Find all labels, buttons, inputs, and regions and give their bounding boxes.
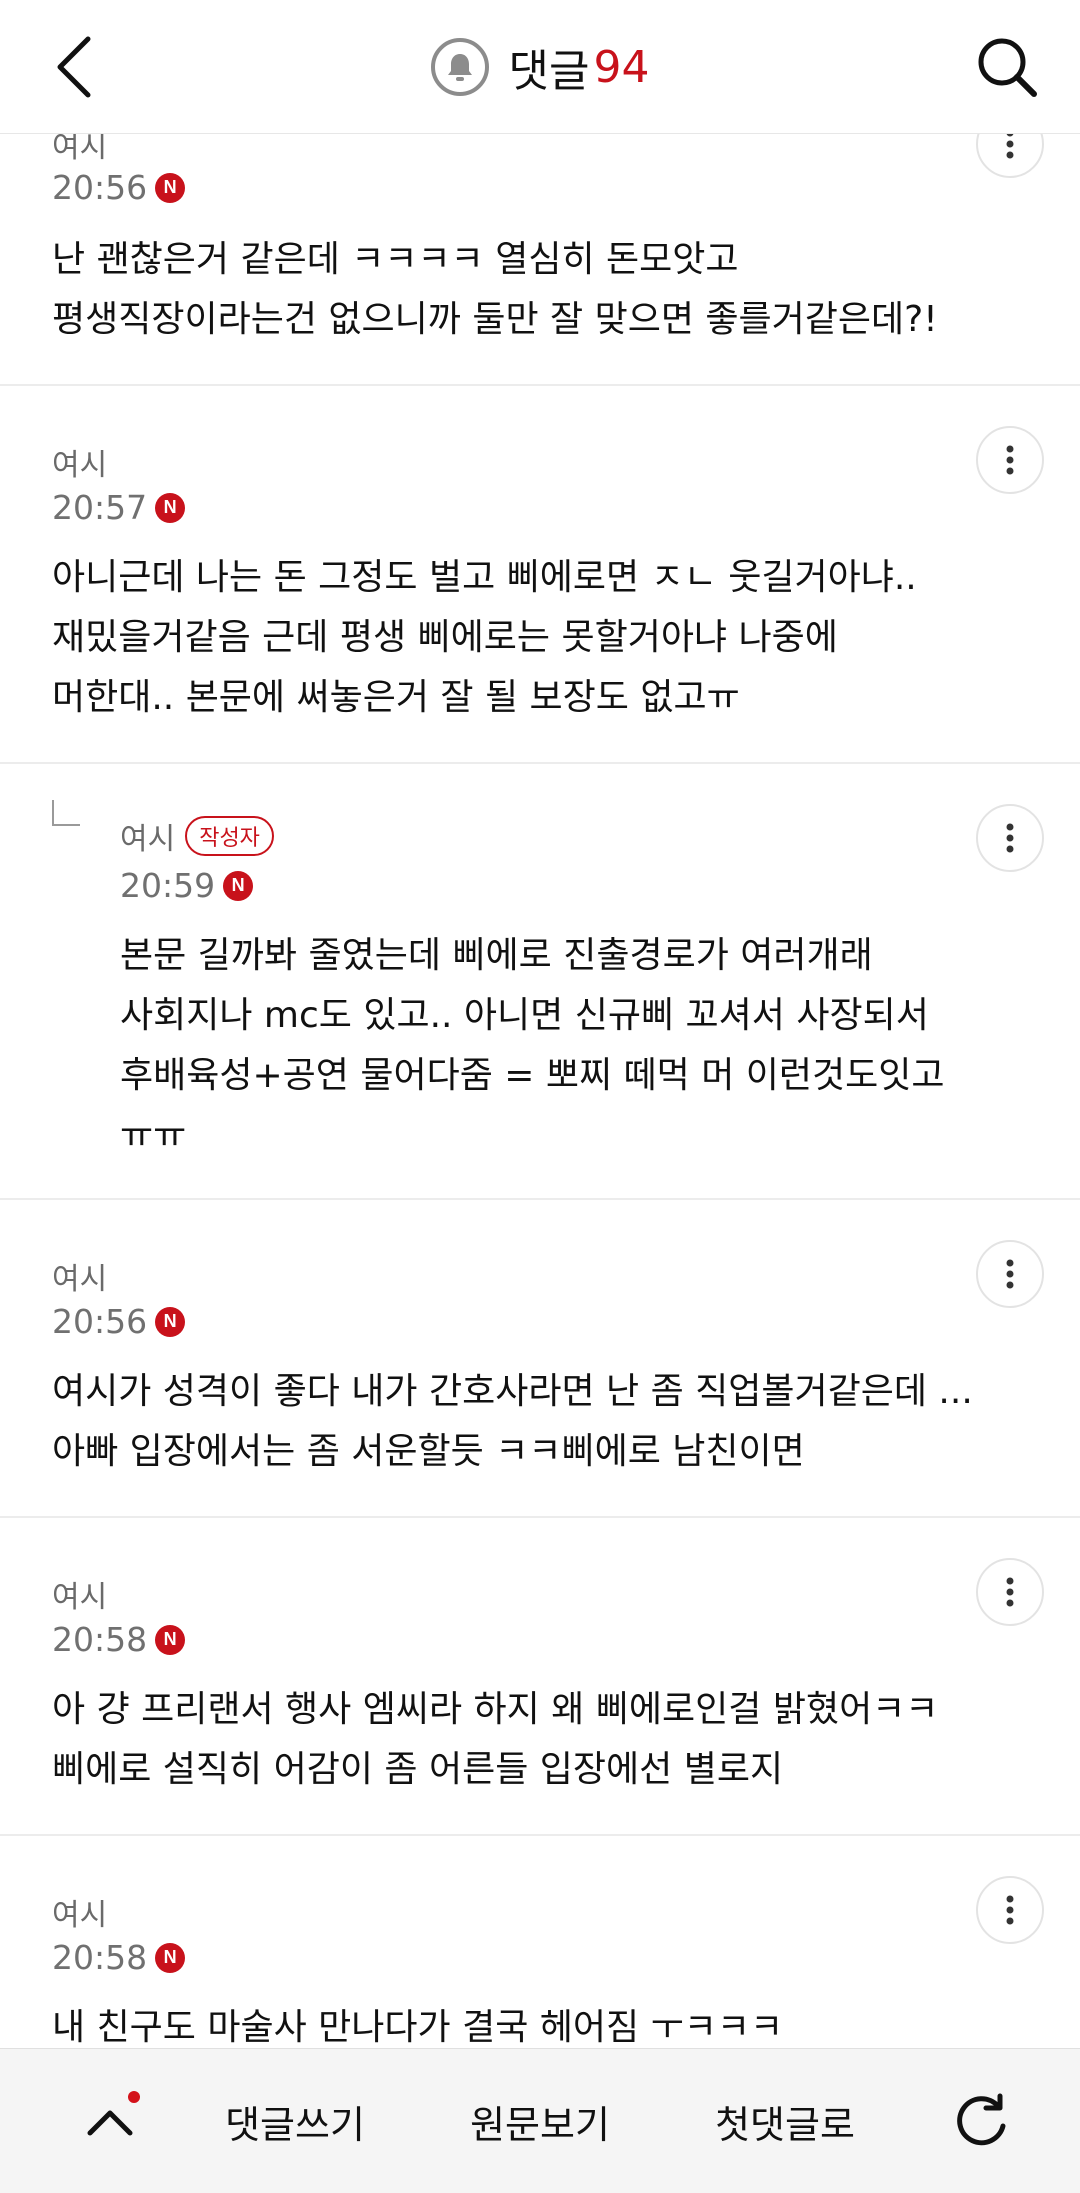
first-comment-button[interactable]: 첫댓글로 — [690, 2049, 880, 2193]
comment-body: 아니근데 나는 돈 그정도 벌고 삐에로면 ㅈㄴ 웃길거아냐.. 재밌을거같음 … — [52, 557, 917, 718]
refresh-icon — [957, 2093, 1006, 2145]
comment-time: 20:58 — [52, 1938, 148, 1977]
more-vertical-icon — [1006, 823, 1014, 853]
comment-body: 난 괜찮은거 같은데 ㅋㅋㅋㅋ 열심히 돈모앗고 평생직장이라는건 없으니까 둘… — [52, 239, 938, 340]
unread-dot — [128, 2091, 140, 2103]
new-badge: N — [155, 1306, 186, 1337]
first-comment-label: 첫댓글로 — [715, 2103, 855, 2147]
comment-meta: 20:58 N — [52, 1620, 186, 1659]
more-options-button[interactable] — [976, 426, 1044, 494]
more-vertical-icon — [1006, 1895, 1014, 1925]
comment-time: 20:56 — [52, 168, 148, 207]
more-vertical-icon — [1006, 1577, 1014, 1607]
more-options-button[interactable] — [976, 1240, 1044, 1308]
comment-author-row: 여시 작성자 — [120, 814, 274, 858]
comment-item: 여시 20:58 N 아 걍 프리랜서 행사 엠씨라 하지 왜 삐에로인걸 밝혔… — [0, 1518, 1080, 1836]
more-options-button[interactable] — [976, 1558, 1044, 1626]
comment-author[interactable]: 여시 — [120, 814, 175, 858]
chevron-up-icon — [87, 2110, 133, 2135]
comment-time: 20:57 — [52, 488, 148, 527]
more-vertical-icon — [1006, 1259, 1014, 1289]
comment-meta: 20:57 N — [52, 488, 186, 527]
reply-item: 여시 작성자 20:59 N 본문 길까봐 줄였는데 삐에로 진출경로가 여러개… — [0, 764, 1080, 1200]
page-title: 댓글 — [508, 46, 590, 97]
comment-item: 여시 20:56 N 여시가 성격이 좋다 내가 간호사라면 난 좀 직업볼거같… — [0, 1200, 1080, 1518]
top-header: 댓글 94 — [0, 0, 1080, 134]
comment-body: 아 걍 프리랜서 행사 엠씨라 하지 왜 삐에로인걸 밝혔어ㅋㅋ 삐에로 설직히… — [52, 1689, 939, 1790]
more-options-button[interactable] — [976, 1876, 1044, 1944]
comment-meta: 20:56 N — [52, 1302, 186, 1341]
scroll-top-button[interactable] — [60, 2049, 160, 2193]
comment-author[interactable]: 여시 — [52, 1890, 107, 1934]
chevron-left-icon — [57, 36, 91, 98]
comment-meta: 20:58 N — [52, 1938, 186, 1977]
more-vertical-icon — [1006, 445, 1014, 475]
comments-title[interactable]: 댓글 94 — [430, 35, 650, 99]
comment-author[interactable]: 여시 — [52, 1572, 107, 1616]
header-title-area: 댓글 94 — [0, 0, 1080, 134]
new-badge: N — [155, 172, 186, 203]
comment-count: 94 — [593, 41, 650, 93]
new-badge: N — [155, 1624, 186, 1655]
search-icon — [978, 38, 1037, 97]
write-comment-button[interactable]: 댓글쓰기 — [200, 2049, 390, 2193]
search-button[interactable] — [970, 30, 1044, 104]
more-options-button[interactable] — [976, 804, 1044, 872]
reply-indicator-icon — [52, 800, 80, 826]
comment-body: 여시가 성격이 좋다 내가 간호사라면 난 좀 직업볼거같은데 ... 아빠 입… — [52, 1371, 973, 1472]
view-original-button[interactable]: 원문보기 — [445, 2049, 635, 2193]
new-badge: N — [155, 492, 186, 523]
back-button[interactable] — [44, 30, 104, 104]
comment-item: 여시 20:57 N 아니근데 나는 돈 그정도 벌고 삐에로면 ㅈㄴ 웃길거아… — [0, 386, 1080, 764]
comment-time: 20:59 — [120, 866, 216, 905]
view-original-label: 원문보기 — [470, 2103, 610, 2147]
bell-icon — [447, 54, 472, 81]
refresh-button[interactable] — [930, 2049, 1030, 2193]
comment-meta: 20:59 N — [120, 866, 254, 905]
comment-time: 20:58 — [52, 1620, 148, 1659]
comment-author[interactable]: 여시 — [52, 440, 107, 484]
comment-author[interactable]: 여시 — [52, 1254, 107, 1298]
new-badge: N — [155, 1942, 186, 1973]
bottom-action-bar: 댓글쓰기 원문보기 첫댓글로 — [0, 2048, 1080, 2193]
write-comment-label: 댓글쓰기 — [225, 2103, 365, 2147]
new-badge: N — [223, 870, 254, 901]
writer-badge: 작성자 — [185, 816, 274, 856]
comment-body: 본문 길까봐 줄였는데 삐에로 진출경로가 여러개래 사회지나 mc도 있고..… — [120, 935, 945, 1156]
comment-time: 20:56 — [52, 1302, 148, 1341]
notification-toggle[interactable] — [430, 38, 489, 96]
comment-meta: 20:56 N — [52, 168, 186, 207]
